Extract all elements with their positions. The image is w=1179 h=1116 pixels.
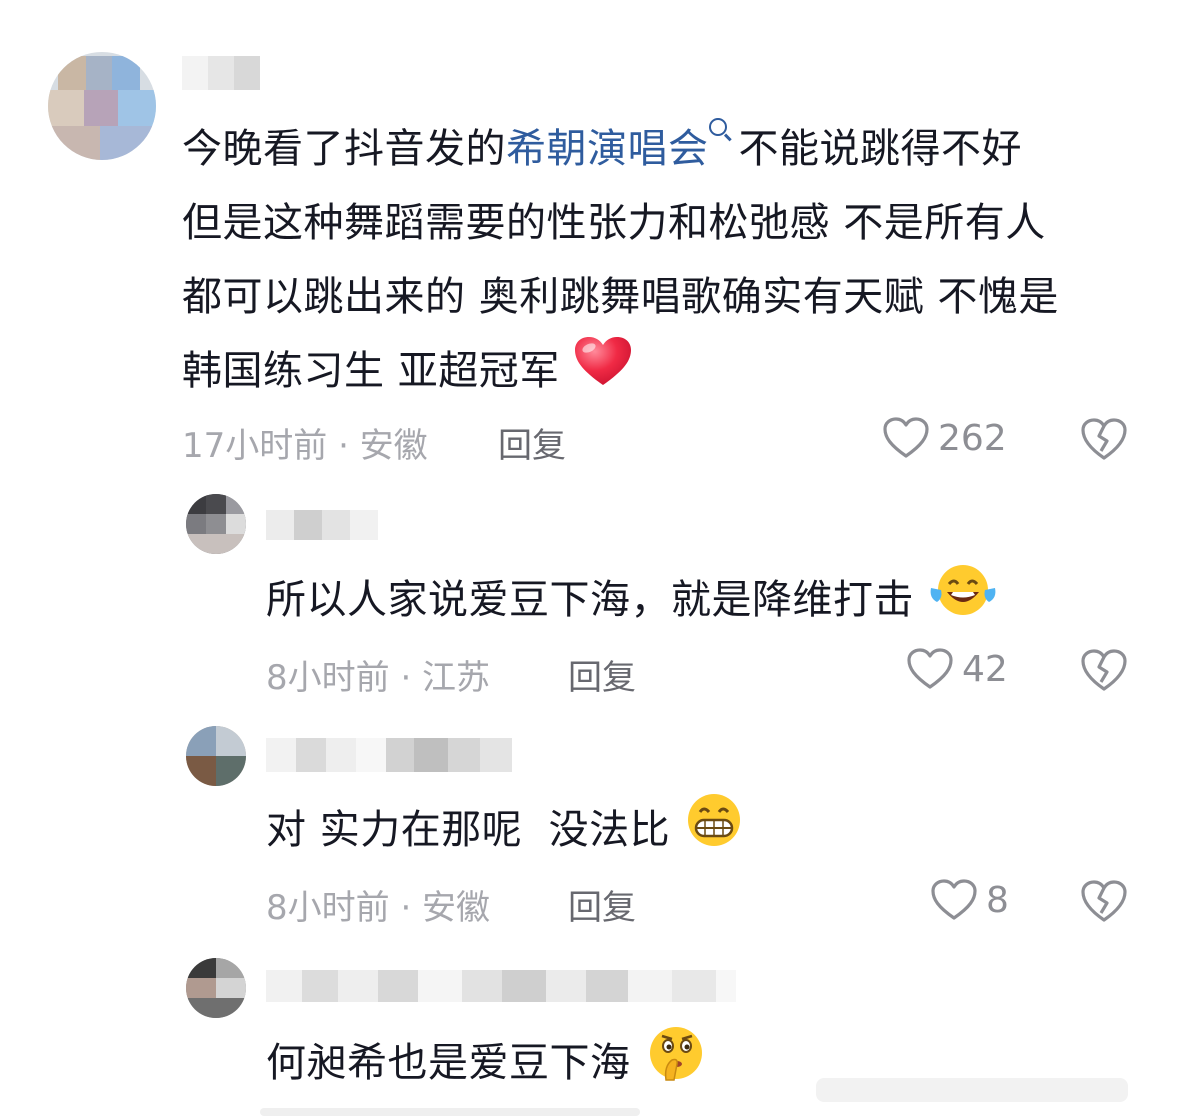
avatar[interactable] bbox=[186, 494, 246, 554]
reply-button[interactable]: 回复 bbox=[568, 880, 636, 929]
comment-text: 何昶希也是爱豆下海 bbox=[266, 1024, 708, 1106]
avatar[interactable] bbox=[48, 52, 156, 160]
reply-button[interactable]: 回复 bbox=[568, 650, 636, 699]
avatar[interactable] bbox=[186, 726, 246, 786]
username[interactable] bbox=[266, 970, 736, 1002]
comment-text: 所以人家说爱豆下海，就是降维打击 bbox=[266, 562, 999, 642]
comment-text: 今晚看了抖音发的希朝演唱会 不能说跳得不好 但是这种舞蹈需要的性张力和松弛感 不是… bbox=[182, 112, 1142, 411]
comment-meta: 8小时前 · 安徽 bbox=[266, 888, 491, 928]
username[interactable] bbox=[182, 56, 260, 90]
comment-text: 对 实力在那呢 没法比 bbox=[266, 792, 745, 872]
comment-text-part: 今晚看了抖音发的 bbox=[182, 126, 506, 172]
dislike-icon[interactable] bbox=[1080, 878, 1128, 924]
like-count: 262 bbox=[938, 417, 1007, 459]
like-button[interactable]: 42 bbox=[906, 647, 1008, 691]
red-heart-emoji bbox=[573, 335, 633, 411]
shushing-face-emoji bbox=[644, 1024, 708, 1106]
comment-text-line: 都可以跳出来的 奥利跳舞唱歌确实有天赋 不愧是 bbox=[182, 274, 1059, 320]
hashtag-link[interactable]: 希朝演唱会 bbox=[506, 126, 709, 172]
comment-text-line: 何昶希也是爱豆下海 bbox=[266, 1040, 631, 1086]
bottom-faded-line bbox=[260, 1108, 640, 1116]
tears-of-joy-emoji bbox=[927, 562, 999, 642]
heart-outline-icon bbox=[931, 879, 977, 920]
comment-text-part: 不能说跳得不好 bbox=[738, 126, 1022, 172]
comment-text-line: 但是这种舞蹈需要的性张力和松弛感 不是所有人 bbox=[182, 200, 1046, 246]
comment-meta: 8小时前 · 江苏 bbox=[266, 658, 491, 698]
like-button[interactable]: 8 bbox=[930, 878, 1009, 922]
username[interactable] bbox=[266, 738, 512, 772]
comment-text-line: 对 实力在那呢 没法比 bbox=[266, 807, 671, 853]
heart-outline-icon bbox=[907, 648, 953, 689]
bottom-faded-bar bbox=[816, 1078, 1128, 1102]
grinning-face-emoji bbox=[683, 792, 745, 872]
dislike-icon[interactable] bbox=[1080, 416, 1128, 462]
like-button[interactable]: 262 bbox=[882, 416, 1007, 460]
dislike-icon[interactable] bbox=[1080, 647, 1128, 693]
like-count: 42 bbox=[962, 648, 1008, 690]
comment-text-line: 韩国练习生 亚超冠军 bbox=[182, 348, 560, 394]
search-icon[interactable] bbox=[708, 118, 727, 136]
avatar[interactable] bbox=[186, 958, 246, 1018]
comment-meta: 17小时前 · 安徽 bbox=[182, 426, 428, 466]
heart-outline-icon bbox=[883, 417, 929, 458]
username[interactable] bbox=[266, 510, 378, 540]
reply-button[interactable]: 回复 bbox=[498, 418, 566, 467]
like-count: 8 bbox=[986, 879, 1009, 921]
comment-text-line: 所以人家说爱豆下海，就是降维打击 bbox=[266, 577, 914, 623]
